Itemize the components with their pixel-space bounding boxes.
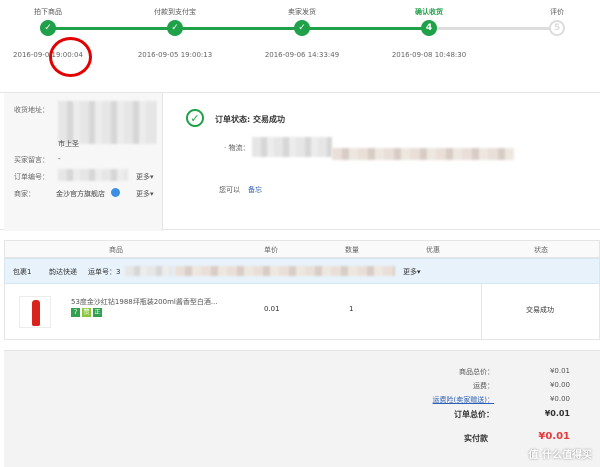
product-thumbnail[interactable] [19, 296, 51, 328]
wangwang-chat-icon[interactable] [111, 188, 120, 197]
tracking-detail-redacted [175, 266, 395, 276]
message-value: - [58, 155, 61, 163]
you-can-text: 您可以 [219, 186, 240, 194]
address-redacted [58, 101, 156, 144]
check-icon: ✓ [40, 20, 56, 36]
step-label-ship: 卖家发货 [288, 8, 316, 16]
col-header-discount: 优惠 [426, 246, 440, 254]
step-time-confirm: 2016-09-08 10:48:30 [391, 51, 467, 59]
step-label-pay: 付款到支付宝 [154, 8, 196, 16]
step-label-order: 拍下商品 [34, 8, 62, 16]
shipping-insurance-link[interactable]: 运费险(卖家赠送)： [433, 395, 494, 405]
item-table-header: 商品 单价 数量 优惠 状态 [4, 240, 600, 258]
package-label: 包裹1 [13, 268, 32, 276]
annotation-circle [49, 37, 92, 77]
shipping-value: ¥0.00 [549, 381, 570, 389]
order-info-section: 收货地址： 市上圣 买家留言： - 订单编号： 更多▾ 商家： 金沙官方旗舰店 … [0, 92, 600, 231]
progress-line-done [48, 27, 429, 30]
goods-total-value: ¥0.01 [549, 367, 570, 375]
shipping-insurance-value: ¥0.00 [549, 395, 570, 403]
order-status-title: 订单状态: 交易成功 [215, 115, 285, 124]
order-total-label: 订单总价： [454, 410, 494, 419]
success-check-icon: ✓ [186, 109, 204, 127]
check-icon: ✓ [294, 20, 310, 36]
address-tail: 市上圣 [58, 140, 79, 148]
order-number-more-link[interactable]: 更多▾ [136, 172, 154, 182]
check-icon: ✓ [167, 20, 183, 36]
step-number-badge: 5 [549, 20, 565, 36]
credit-badge: 赞 [82, 308, 91, 317]
memo-link[interactable]: 备忘 [248, 185, 262, 195]
step-label-confirm: 确认收货 [415, 8, 443, 16]
progress-line-pending [429, 27, 557, 30]
paid-label: 实付款 [464, 434, 488, 443]
logistics-detail-redacted [332, 148, 514, 160]
unit-price: 0.01 [264, 305, 280, 313]
step-number-badge: 4 [421, 20, 437, 36]
address-label: 收货地址： [14, 106, 49, 114]
order-number-label: 订单编号： [14, 173, 49, 181]
message-label: 买家留言： [14, 156, 49, 164]
bottle-icon [32, 300, 40, 326]
order-number-redacted [58, 169, 128, 181]
tracking-label: 运单号：3 [88, 268, 121, 276]
paid-value: ¥0.01 [538, 431, 570, 442]
seller-more-link[interactable]: 更多▾ [136, 189, 154, 199]
seven-day-return-badge: 7 [71, 308, 80, 317]
quantity: 1 [349, 305, 354, 313]
col-header-price: 单价 [264, 246, 278, 254]
package-row: 包裹1 韵达快递 运单号：3 更多▾ [4, 258, 600, 284]
item-status: 交易成功 [526, 306, 554, 314]
col-header-item: 商品 [109, 246, 123, 254]
seller-label: 商家： [14, 190, 35, 198]
step-time-ship: 2016-09-06 14:33:49 [264, 51, 340, 59]
shipping-label: 运费： [473, 382, 494, 390]
status-divider [481, 284, 482, 340]
order-progress: 拍下商品 ✓ 2016-09-0 19:00:04 付款到支付宝 ✓ 2016-… [0, 0, 600, 80]
order-info-panel: 收货地址： 市上圣 买家留言： - 订单编号： 更多▾ 商家： 金沙官方旗舰店 … [4, 93, 163, 231]
goods-total-label: 商品总价： [459, 368, 494, 376]
col-header-status: 状态 [534, 246, 548, 254]
order-totals: 商品总价： ¥0.01 运费： ¥0.00 运费险(卖家赠送)： ¥0.00 订… [4, 350, 600, 467]
item-row: 53度金沙红钻1988坪瓶装200ml酱香型白酒... 7 赞 正 0.01 1… [4, 284, 600, 340]
logistics-label: · 物流： [224, 144, 250, 152]
courier-name: 韵达快递 [49, 268, 77, 276]
logistics-redacted [252, 137, 332, 157]
package-more-link[interactable]: 更多▾ [403, 267, 421, 277]
product-name-link[interactable]: 53度金沙红钻1988坪瓶装200ml酱香型白酒... [71, 297, 218, 307]
step-time-pay: 2016-09-05 19:00:13 [137, 51, 213, 59]
order-total-value: ¥0.01 [544, 409, 570, 418]
genuine-badge: 正 [93, 308, 102, 317]
smzdm-watermark: 值 什么值得买 [528, 450, 592, 461]
step-label-review: 评价 [550, 8, 564, 16]
col-header-qty: 数量 [345, 246, 359, 254]
seller-name[interactable]: 金沙官方旗舰店 [56, 189, 105, 199]
tracking-number-redacted [125, 266, 173, 276]
